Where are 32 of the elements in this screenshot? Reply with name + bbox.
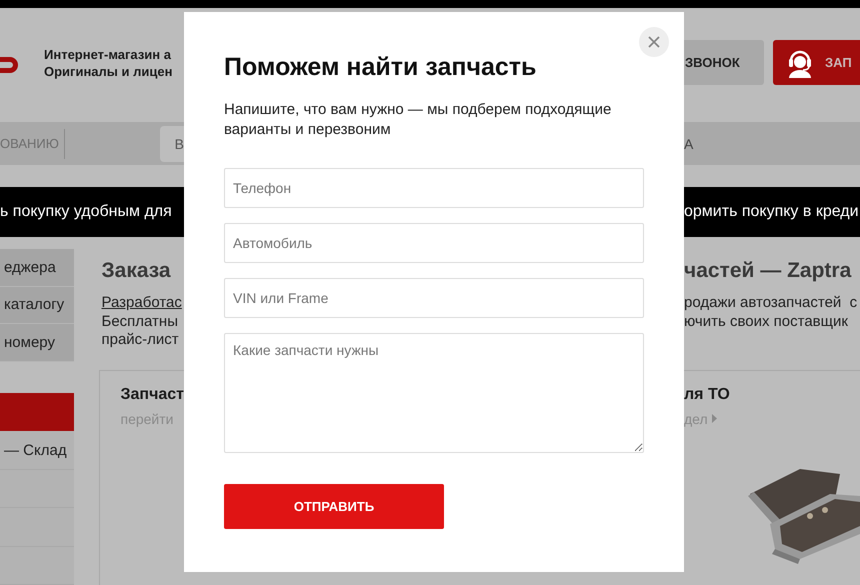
nav-link[interactable]: А — [684, 136, 694, 152]
input-field[interactable]: VIN или Frame — [224, 278, 644, 318]
close-button[interactable] — [639, 27, 669, 57]
modal-title: Поможем найти запчасть — [224, 52, 538, 82]
card-title: ля ТО — [684, 386, 731, 404]
input-field[interactable]: Какие запчасти нужны — [224, 333, 644, 453]
body-text: ючить своих поставщик — [684, 312, 849, 331]
page-heading: частей — Zaptra — [684, 259, 852, 284]
body-text: родажи автозапчастей с — [684, 294, 858, 312]
sidebar-item[interactable]: каталогу — [0, 286, 74, 324]
tagline: Интернет-магазин а Оригиналы и лицен — [44, 46, 172, 80]
input-field[interactable]: Автомобиль — [224, 223, 644, 263]
sidebar-item[interactable] — [0, 392, 74, 432]
body-text: прайс-лист — [101, 331, 180, 350]
sidebar-item[interactable]: еджера — [0, 249, 74, 287]
text-link[interactable]: Разработас — [101, 294, 184, 312]
promo-text: ь покупку удобным для — [0, 203, 172, 221]
sidebar-item[interactable]: — Склад — [0, 432, 74, 470]
caret-icon — [712, 414, 717, 423]
body-text: Бесплатны — [101, 312, 179, 331]
sidebar-item[interactable]: номеру — [0, 324, 74, 362]
close-icon — [648, 36, 660, 48]
card-title: Запчаст — [120, 386, 184, 404]
callback-button[interactable]: ЗВОНОК — [684, 40, 764, 85]
input-field[interactable]: Телефон — [224, 168, 644, 208]
promo-text: ормить покупку в креди — [684, 203, 859, 221]
submit-button[interactable]: ОТПРАВИТЬ — [224, 484, 444, 529]
page-heading: Заказа — [101, 259, 172, 284]
order-button[interactable]: ЗАП — [773, 40, 860, 85]
modal-subtitle: Напишите, что вам нужно — мы подберем подходящие варианты и перезвоним — [224, 100, 612, 140]
logo-icon[interactable] — [0, 54, 20, 76]
nav-item[interactable]: В — [160, 126, 184, 162]
